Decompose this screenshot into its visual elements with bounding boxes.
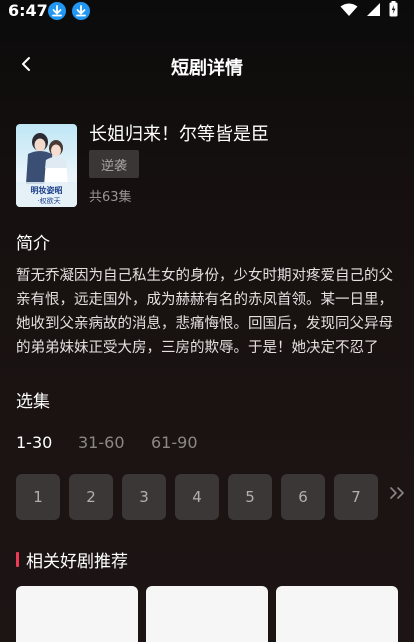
range-tab-61-90[interactable]: 61-90: [151, 433, 198, 452]
episode-count: 共63集: [89, 190, 132, 205]
more-episodes-button[interactable]: [388, 484, 408, 506]
download-icon: [72, 2, 90, 20]
wifi-icon: [340, 2, 358, 21]
episodes-heading: 选集: [16, 392, 50, 412]
double-chevron-right-icon: [389, 485, 407, 505]
episode-button-7[interactable]: 7: [334, 474, 378, 520]
episode-button-6[interactable]: 6: [281, 474, 325, 520]
recommend-card[interactable]: [16, 586, 138, 642]
drama-title: 长姐归来！尔等皆是臣: [89, 124, 269, 145]
range-tab-1-30[interactable]: 1-30: [16, 433, 52, 452]
episode-button-2[interactable]: 2: [69, 474, 113, 520]
episode-button-4[interactable]: 4: [175, 474, 219, 520]
drama-poster[interactable]: 明妆姿昭 ·权欲天: [16, 124, 77, 207]
genre-tag[interactable]: 逆袭: [89, 150, 139, 178]
download-icon: [48, 2, 66, 20]
signal-icon: [366, 2, 381, 21]
battery-icon: [389, 1, 398, 21]
recommend-accent-bar: [16, 552, 19, 567]
recommend-card[interactable]: [276, 586, 398, 642]
intro-heading: 简介: [16, 234, 50, 254]
app-header: 短剧详情: [0, 44, 414, 88]
svg-text:·权欲天: ·权欲天: [37, 196, 60, 205]
recommend-heading: 相关好剧推荐: [26, 552, 128, 572]
page-title: 短剧详情: [171, 58, 243, 79]
status-time: 6:47: [8, 1, 48, 20]
status-bar: 6:47: [0, 0, 414, 24]
recommend-card[interactable]: [146, 586, 268, 642]
intro-text: 暂无乔凝因为自己私生女的身份，少女时期对疼爱自己的父亲有恨，远走国外，成为赫赫有…: [16, 268, 393, 356]
svg-text:明妆姿昭: 明妆姿昭: [31, 185, 63, 195]
episode-button-5[interactable]: 5: [228, 474, 272, 520]
range-tab-31-60[interactable]: 31-60: [78, 433, 125, 452]
episode-button-1[interactable]: 1: [16, 474, 60, 520]
episode-button-3[interactable]: 3: [122, 474, 166, 520]
